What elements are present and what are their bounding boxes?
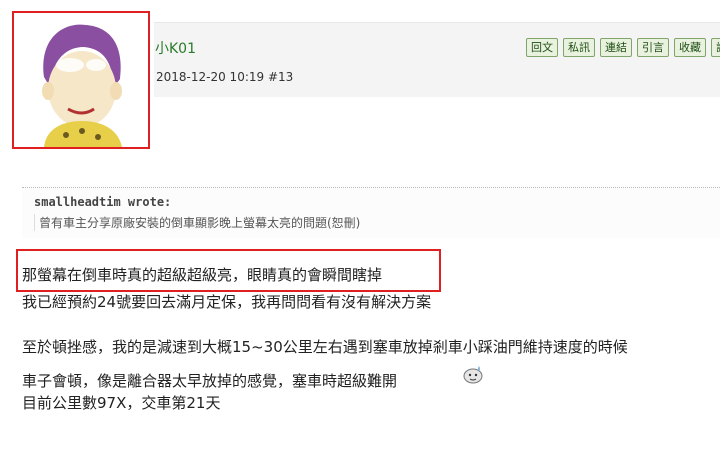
body-line-1: 那螢幕在倒車時真的超級超級亮，眼睛真的會瞬間瞎掉 [22,266,383,284]
quote-text: 曾有車主分享原廠安裝的倒車顯影晚上螢幕太亮的問題(恕刪) [34,214,360,231]
reply-button[interactable]: 回文 [526,38,558,57]
link-button[interactable]: 連結 [600,38,632,57]
private-message-button[interactable]: 私訊 [563,38,595,57]
post-actions: 回文 私訊 連結 引言 收藏 評 [526,38,720,57]
avatar [42,24,122,147]
username-link[interactable]: 小K01 [155,38,196,58]
favorite-button[interactable]: 收藏 [674,38,706,57]
body-line-4: 車子會頓，像是離合器太早放掉的感覺，塞車時超級難開 [22,372,398,390]
quote-author: smallheadtim wrote: [34,195,172,209]
post-timestamp: 2018-12-20 10:19 [156,70,265,84]
post-meta: 2018-12-20 10:19 #13 [156,70,293,84]
quote-block: smallheadtim wrote: 曾有車主分享原廠安裝的倒車顯影晚上螢幕太… [22,187,720,238]
post-floor[interactable]: #13 [268,70,293,84]
quote-button[interactable]: 引言 [637,38,669,57]
body-line-5: 目前公里數97X，交車第21天 [22,394,221,412]
rate-button[interactable]: 評 [711,38,720,57]
body-line-3: 至於頓挫感，我的是減速到大概15~30公里左右遇到塞車放掉剎車小踩油門維持速度的… [22,338,628,356]
post-header [154,22,720,97]
user-avatar-frame[interactable] [12,11,150,149]
sweat-emoticon-icon [462,364,484,388]
body-line-2: 我已經預約24號要回去滿月定保，我再問問看有沒有解決方案 [22,293,432,311]
